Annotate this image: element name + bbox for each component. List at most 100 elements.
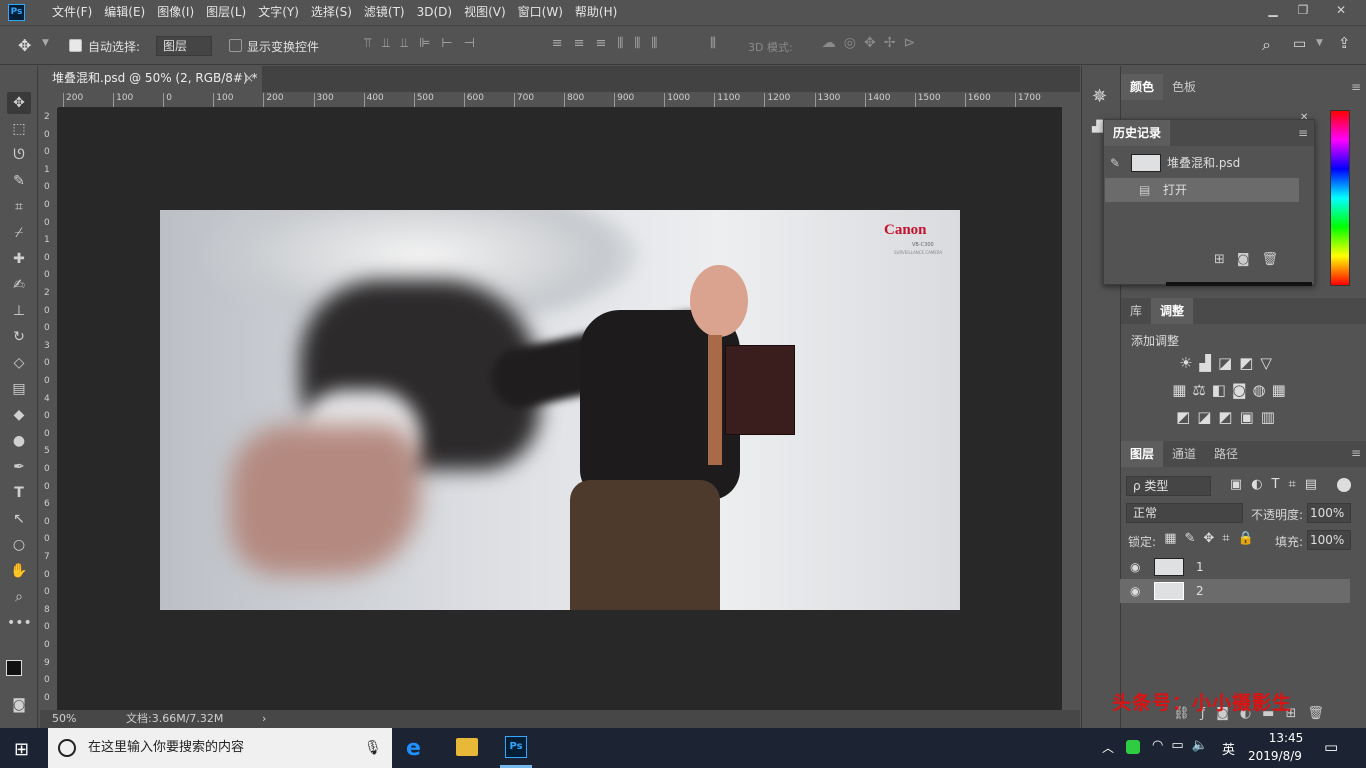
cortana-icon[interactable] [58, 739, 76, 757]
layer-name[interactable]: 2 [1196, 579, 1204, 603]
move-tool-preset-icon[interactable]: ✥ [18, 36, 31, 55]
quick-select-tool-icon[interactable]: ✎ [7, 170, 31, 192]
dodge-tool-icon[interactable]: ● [7, 430, 31, 452]
menu-file[interactable]: 文件(F) [46, 0, 98, 25]
color-spectrum-bar[interactable] [1330, 110, 1350, 286]
history-footer-icons[interactable]: ⊞◙🗑 [1212, 252, 1292, 267]
menu-type[interactable]: 文字(Y) [252, 0, 305, 25]
file-explorer-icon[interactable] [456, 738, 478, 756]
tab-libraries[interactable]: 库 [1121, 298, 1151, 324]
3d-mode-icons[interactable]: ☁◎✥✢⊳ [810, 35, 935, 51]
document-canvas-image[interactable]: Canon VB-C300 SURVEILLANCE CAMERA [160, 210, 960, 610]
gradient-tool-icon[interactable]: ▤ [7, 378, 31, 400]
hand-tool-icon[interactable]: ✋ [7, 560, 31, 582]
menu-edit[interactable]: 编辑(E) [98, 0, 151, 25]
history-menu-icon[interactable]: ≡ [1298, 126, 1308, 140]
auto-align-icon[interactable]: ⫼ [710, 36, 716, 51]
menu-view[interactable]: 视图(V) [458, 0, 512, 25]
input-language[interactable]: 英 [1222, 739, 1235, 758]
foreground-color-swatch[interactable] [6, 660, 22, 676]
auto-select-checkbox[interactable] [69, 39, 82, 52]
photoshop-taskbar-icon[interactable]: Ps [505, 736, 527, 758]
adjustment-icons-row-2[interactable]: ▦⚖◧◙◍▦ [1157, 381, 1307, 399]
auto-select-target-dropdown[interactable]: 图层 [156, 36, 212, 56]
tray-chevron-icon[interactable]: ︿ [1102, 739, 1114, 756]
history-close-icon[interactable]: ✕ [1300, 112, 1308, 123]
history-brush-tool-icon[interactable]: ↻ [7, 326, 31, 348]
history-scrollbar[interactable] [1166, 282, 1312, 286]
layer-row[interactable]: ◉ 1 [1120, 555, 1350, 579]
stamp-tool-icon[interactable]: ⊥ [7, 300, 31, 322]
layer-filter-dropdown[interactable]: ρ 类型 [1126, 476, 1211, 496]
visibility-eye-icon[interactable]: ◉ [1130, 579, 1140, 603]
notification-icon[interactable]: ▭ [1324, 738, 1338, 756]
healing-brush-tool-icon[interactable]: ✚ [7, 248, 31, 270]
tray-status-icons[interactable]: ◠▭🔈 [1152, 738, 1216, 753]
menu-window[interactable]: 窗口(W) [512, 0, 569, 25]
document-tab[interactable]: 堆叠混和.psd @ 50% (2, RGB/8#) * × [40, 66, 262, 92]
restore-button[interactable]: ❐ [1288, 0, 1318, 20]
tab-channels[interactable]: 通道 [1163, 441, 1205, 467]
tab-layers[interactable]: 图层 [1121, 441, 1164, 467]
brush-tool-icon[interactable]: ✍ [7, 274, 31, 296]
adjustment-icons-row-1[interactable]: ☀▟◪◩▽ [1169, 354, 1289, 372]
history-brush-source-icon[interactable]: ✎ [1110, 151, 1120, 175]
pen-tool-icon[interactable]: ✒ [7, 456, 31, 478]
distribute-icons[interactable]: ≡≡≡⫼⫼⫼ [525, 36, 695, 51]
tray-app-icon[interactable] [1126, 740, 1140, 754]
minimize-button[interactable]: ▁ [1258, 0, 1288, 20]
visibility-eye-icon[interactable]: ◉ [1130, 555, 1140, 579]
panel-menu-icon[interactable]: ≡ [1351, 80, 1361, 94]
lasso-tool-icon[interactable]: ᘎ [7, 144, 31, 166]
navigator-icon[interactable]: ✵ [1092, 86, 1107, 107]
tab-paths[interactable]: 路径 [1205, 441, 1247, 467]
menu-filter[interactable]: 滤镜(T) [358, 0, 411, 25]
tab-adjustments[interactable]: 调整 [1151, 298, 1194, 324]
history-step-row[interactable]: ▤ 打开 [1105, 178, 1299, 202]
workspace-chevron-icon[interactable]: ▼ [1316, 38, 1323, 48]
layer-filter-icons[interactable]: ▣◐T⌗▤ [1223, 477, 1333, 492]
menu-help[interactable]: 帮助(H) [569, 0, 623, 25]
workspace-icon[interactable]: ▭ [1293, 36, 1306, 52]
path-select-tool-icon[interactable]: ↖ [7, 508, 31, 530]
tab-history[interactable]: 历史记录 [1104, 120, 1171, 146]
blend-mode-dropdown[interactable]: 正常 [1126, 503, 1243, 523]
crop-tool-icon[interactable]: ⌗ [7, 196, 31, 218]
move-tool-icon[interactable]: ✥ [7, 92, 31, 114]
layer-name[interactable]: 1 [1196, 555, 1204, 579]
layer-row-selected[interactable]: ◉ 2 [1120, 579, 1350, 603]
tab-color[interactable]: 颜色 [1121, 74, 1164, 100]
eyedropper-tool-icon[interactable]: ⌿ [7, 222, 31, 244]
adjustment-icons-row-3[interactable]: ◩◪◩▣▥ [1169, 408, 1289, 426]
tab-swatches[interactable]: 色板 [1163, 74, 1205, 100]
clock-time[interactable]: 13:45 [1262, 731, 1310, 745]
edge-browser-icon[interactable]: e [406, 736, 421, 761]
layers-menu-icon[interactable]: ≡ [1351, 446, 1361, 460]
ellipse-tool-icon[interactable]: ○ [7, 534, 31, 556]
chevron-down-icon[interactable]: ▼ [42, 38, 49, 48]
more-tools-icon[interactable]: ••• [7, 612, 32, 634]
zoom-tool-icon[interactable]: ⌕ [7, 586, 31, 608]
align-icons[interactable]: ⫪⫫⫫⊫⊢⊣ [345, 36, 505, 51]
filter-toggle-icon[interactable] [1337, 478, 1351, 492]
microphone-icon[interactable]: 🎙 [364, 728, 382, 768]
close-button[interactable]: ✕ [1326, 0, 1356, 20]
blur-tool-icon[interactable]: ◆ [7, 404, 31, 426]
zoom-level[interactable]: 50% [52, 710, 76, 728]
menu-image[interactable]: 图像(I) [151, 0, 200, 25]
fill-input[interactable]: 100% [1307, 530, 1351, 550]
clock-date[interactable]: 2019/8/9 [1248, 749, 1302, 763]
eraser-tool-icon[interactable]: ◇ [7, 352, 31, 374]
menu-3d[interactable]: 3D(D) [411, 0, 458, 25]
windows-start-icon[interactable]: ⊞ [14, 739, 29, 760]
menu-select[interactable]: 选择(S) [305, 0, 358, 25]
opacity-input[interactable]: 100% [1307, 503, 1351, 523]
type-tool-icon[interactable]: T [7, 482, 31, 504]
status-arrow-icon[interactable]: › [262, 710, 266, 728]
history-snapshot-row[interactable]: ✎ 堆叠混和.psd [1105, 151, 1299, 175]
search-icon[interactable]: ⌕ [1262, 35, 1271, 55]
lock-icons[interactable]: ▦✎✥⌗🔒 [1163, 531, 1263, 546]
marquee-tool-icon[interactable]: ⬚ [7, 118, 31, 140]
menu-layer[interactable]: 图层(L) [200, 0, 252, 25]
quick-mask-icon[interactable]: ◙ [7, 694, 31, 716]
